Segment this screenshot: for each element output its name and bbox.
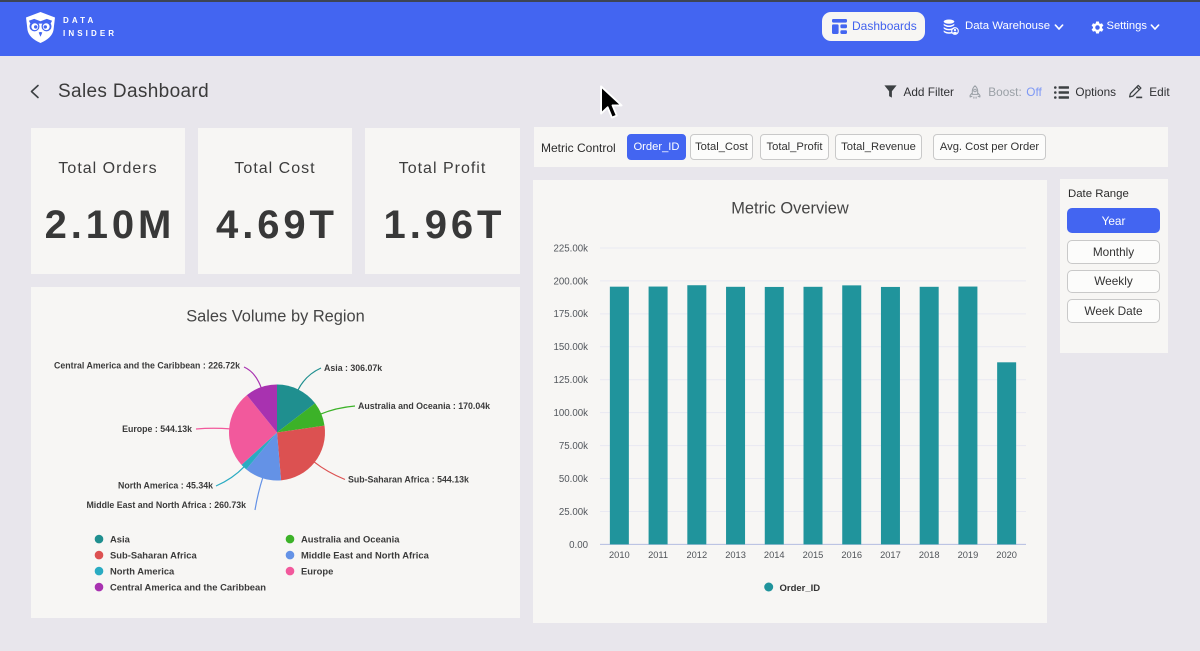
svg-text:2014: 2014	[764, 550, 785, 560]
svg-text:Middle East and North Africa: Middle East and North Africa	[301, 549, 430, 560]
svg-text:150.00k: 150.00k	[554, 342, 589, 353]
svg-text:Europe : 544.13k: Europe : 544.13k	[122, 424, 192, 434]
svg-text:Sub-Saharan Africa: Sub-Saharan Africa	[110, 549, 197, 560]
svg-text:2011: 2011	[648, 550, 668, 560]
svg-text:2017: 2017	[880, 550, 901, 560]
svg-text:2013: 2013	[725, 550, 746, 560]
svg-text:200.00k: 200.00k	[554, 276, 589, 287]
svg-text:50.00k: 50.00k	[559, 474, 588, 485]
svg-text:Central America and the Caribb: Central America and the Caribbean	[110, 581, 266, 592]
svg-text:Australia and Oceania: Australia and Oceania	[301, 533, 400, 544]
svg-text:125.00k: 125.00k	[554, 375, 589, 386]
svg-text:2020: 2020	[996, 550, 1017, 560]
svg-text:25.00k: 25.00k	[559, 507, 588, 518]
svg-text:Order_ID: Order_ID	[780, 583, 821, 594]
svg-text:North America : 45.34k: North America : 45.34k	[118, 481, 213, 491]
svg-text:2012: 2012	[686, 550, 707, 560]
svg-text:0.00: 0.00	[569, 540, 588, 551]
svg-text:Australia and Oceania : 170.04: Australia and Oceania : 170.04k	[358, 401, 490, 411]
svg-text:2016: 2016	[841, 550, 862, 560]
svg-text:100.00k: 100.00k	[554, 408, 589, 419]
svg-text:2010: 2010	[609, 550, 630, 560]
svg-text:Sales Volume by Region: Sales Volume by Region	[186, 307, 365, 325]
svg-text:75.00k: 75.00k	[559, 441, 588, 452]
svg-text:Sub-Saharan Africa : 544.13k: Sub-Saharan Africa : 544.13k	[348, 475, 469, 485]
svg-text:North America: North America	[110, 565, 175, 576]
svg-text:Central America and the Caribb: Central America and the Caribbean : 226.…	[54, 361, 240, 371]
svg-text:Metric Overview: Metric Overview	[731, 200, 849, 218]
svg-text:225.00k: 225.00k	[554, 243, 589, 254]
svg-text:Asia: Asia	[110, 533, 131, 544]
svg-text:Asia : 306.07k: Asia : 306.07k	[324, 363, 382, 373]
svg-text:2018: 2018	[919, 550, 940, 560]
svg-text:175.00k: 175.00k	[554, 309, 589, 320]
svg-text:2019: 2019	[958, 550, 979, 560]
svg-text:Middle East and North Africa :: Middle East and North Africa : 260.73k	[86, 500, 246, 510]
svg-text:Europe: Europe	[301, 565, 333, 576]
svg-text:2015: 2015	[803, 550, 824, 560]
